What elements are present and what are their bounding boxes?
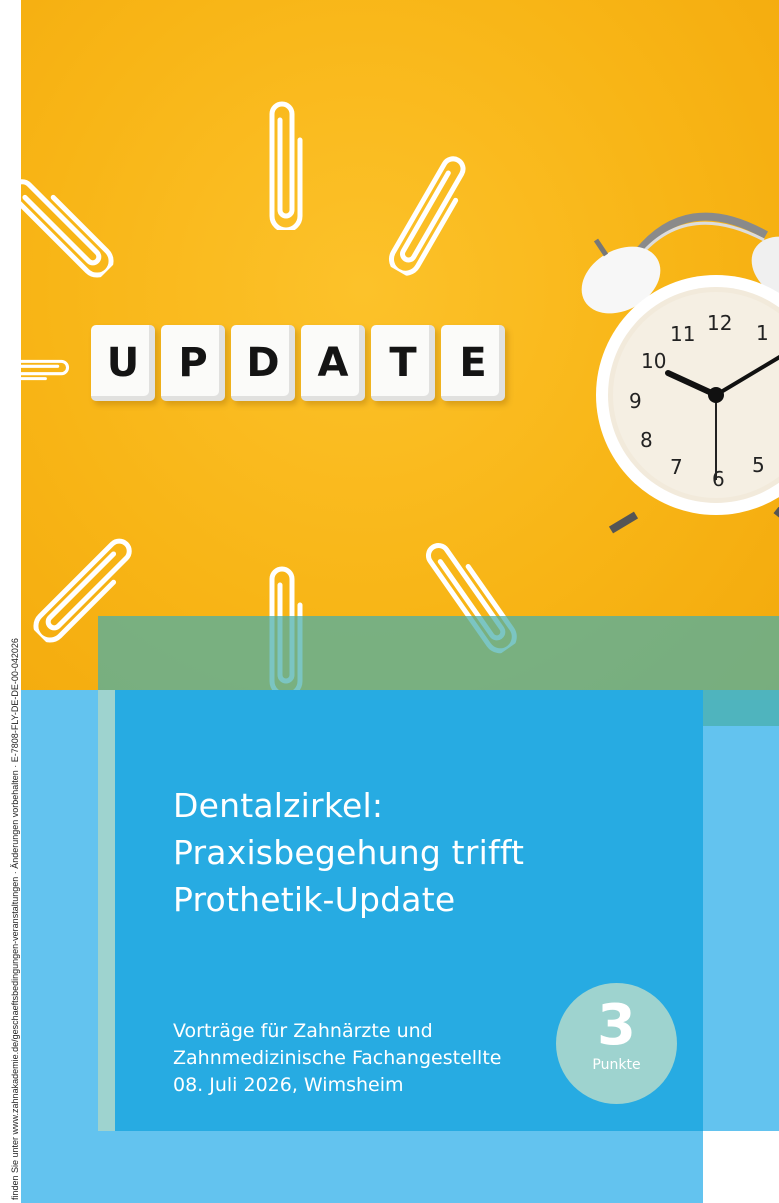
title-line: Dentalzirkel: bbox=[173, 786, 384, 825]
details-date-location: 08. Juli 2026, Wimsheim bbox=[173, 1074, 404, 1096]
details-audience-1: Vorträge für Zahnärzte und bbox=[173, 1020, 433, 1042]
letter-tile: P bbox=[161, 325, 225, 401]
points-value: 3 bbox=[597, 993, 636, 1058]
alarm-clock-icon bbox=[581, 212, 779, 534]
title-line: Prothetik-Update bbox=[173, 880, 456, 919]
letter-tile: T bbox=[371, 325, 435, 401]
paperclip-icon bbox=[269, 101, 303, 230]
paperclip-icon bbox=[389, 156, 466, 276]
hero-photo: U P D A T E 12 1 2 3 4 5 6 7 8 9 10 11 bbox=[21, 0, 779, 720]
points-label: Punkte bbox=[592, 1057, 641, 1073]
letter-tile: D bbox=[231, 325, 295, 401]
event-panel: Dentalzirkel: Praxisbegehung trifft Prot… bbox=[115, 690, 703, 1131]
letter-tile: A bbox=[301, 325, 365, 401]
points-badge: 3 Punkte bbox=[556, 983, 677, 1104]
title-line: Praxisbegehung trifft bbox=[173, 833, 525, 872]
side-legal-note: finden Sie unter www.zahnakademie.de/ges… bbox=[10, 638, 20, 1200]
paperclip-icon bbox=[21, 359, 70, 381]
event-title: Dentalzirkel: Praxisbegehung trifft Prot… bbox=[173, 782, 524, 923]
paperclip-icon bbox=[21, 179, 114, 278]
letter-tile: U bbox=[91, 325, 155, 401]
white-corner bbox=[703, 1131, 779, 1203]
side-strip: finden Sie unter www.zahnakademie.de/ges… bbox=[0, 0, 21, 1203]
letter-tile: E bbox=[441, 325, 505, 401]
update-tiles: U P D A T E bbox=[91, 325, 505, 401]
accent-bar bbox=[98, 690, 115, 1131]
event-details: Vorträge für Zahnärzte und Zahnmedizinis… bbox=[173, 1018, 501, 1099]
details-audience-2: Zahnmedizinische Fachangestellte bbox=[173, 1047, 502, 1069]
